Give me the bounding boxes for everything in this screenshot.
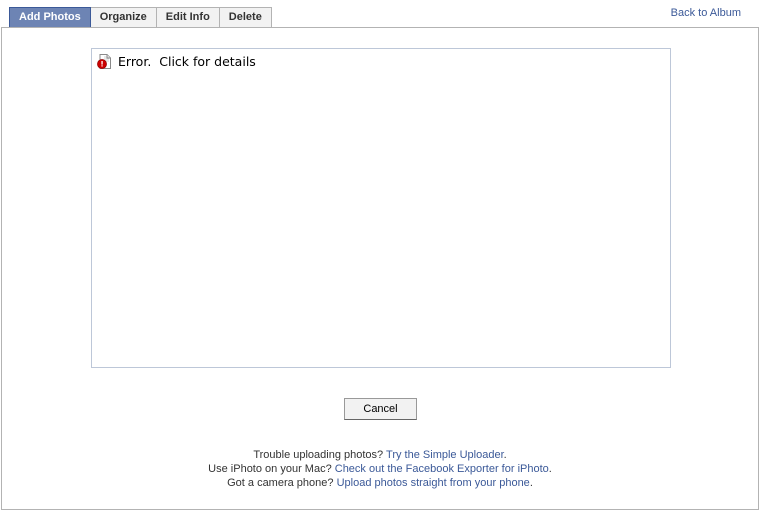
- help-line3-text: Got a camera phone?: [227, 477, 337, 489]
- help-line-iphoto: Use iPhoto on your Mac? Check out the Fa…: [2, 462, 758, 476]
- iphoto-exporter-link[interactable]: Check out the Facebook Exporter for iPho…: [335, 463, 549, 475]
- error-text: Error. Click for details: [118, 54, 256, 69]
- error-document-icon: [97, 54, 112, 69]
- help-line1-end: .: [503, 449, 507, 461]
- help-line1-text: Trouble uploading photos?: [253, 449, 387, 461]
- help-line2-end: .: [548, 463, 552, 475]
- mobile-upload-link[interactable]: Upload photos straight from your phone: [337, 477, 530, 489]
- help-text: Trouble uploading photos? Try the Simple…: [2, 448, 758, 490]
- error-message[interactable]: Error. Click for details: [97, 54, 256, 69]
- help-line-mobile: Got a camera phone? Upload photos straig…: [2, 476, 758, 490]
- tabs: Add Photos Organize Edit Info Delete: [9, 7, 272, 28]
- uploader-area: Error. Click for details: [91, 48, 671, 368]
- cancel-button[interactable]: Cancel: [344, 398, 417, 420]
- help-line2-text: Use iPhoto on your Mac?: [208, 463, 335, 475]
- back-to-album-link[interactable]: Back to Album: [671, 7, 741, 19]
- help-line3-end: .: [529, 477, 533, 489]
- add-photos-panel: Error. Click for details Cancel Trouble …: [1, 27, 759, 510]
- tab-bar: Add Photos Organize Edit Info Delete Bac…: [0, 0, 762, 28]
- tab-edit-info[interactable]: Edit Info: [156, 7, 220, 28]
- tab-add-photos[interactable]: Add Photos: [9, 7, 91, 28]
- tab-delete[interactable]: Delete: [219, 7, 272, 28]
- tab-organize[interactable]: Organize: [90, 7, 157, 28]
- simple-uploader-link[interactable]: Try the Simple Uploader: [386, 449, 504, 461]
- help-line-simple-uploader: Trouble uploading photos? Try the Simple…: [2, 448, 758, 462]
